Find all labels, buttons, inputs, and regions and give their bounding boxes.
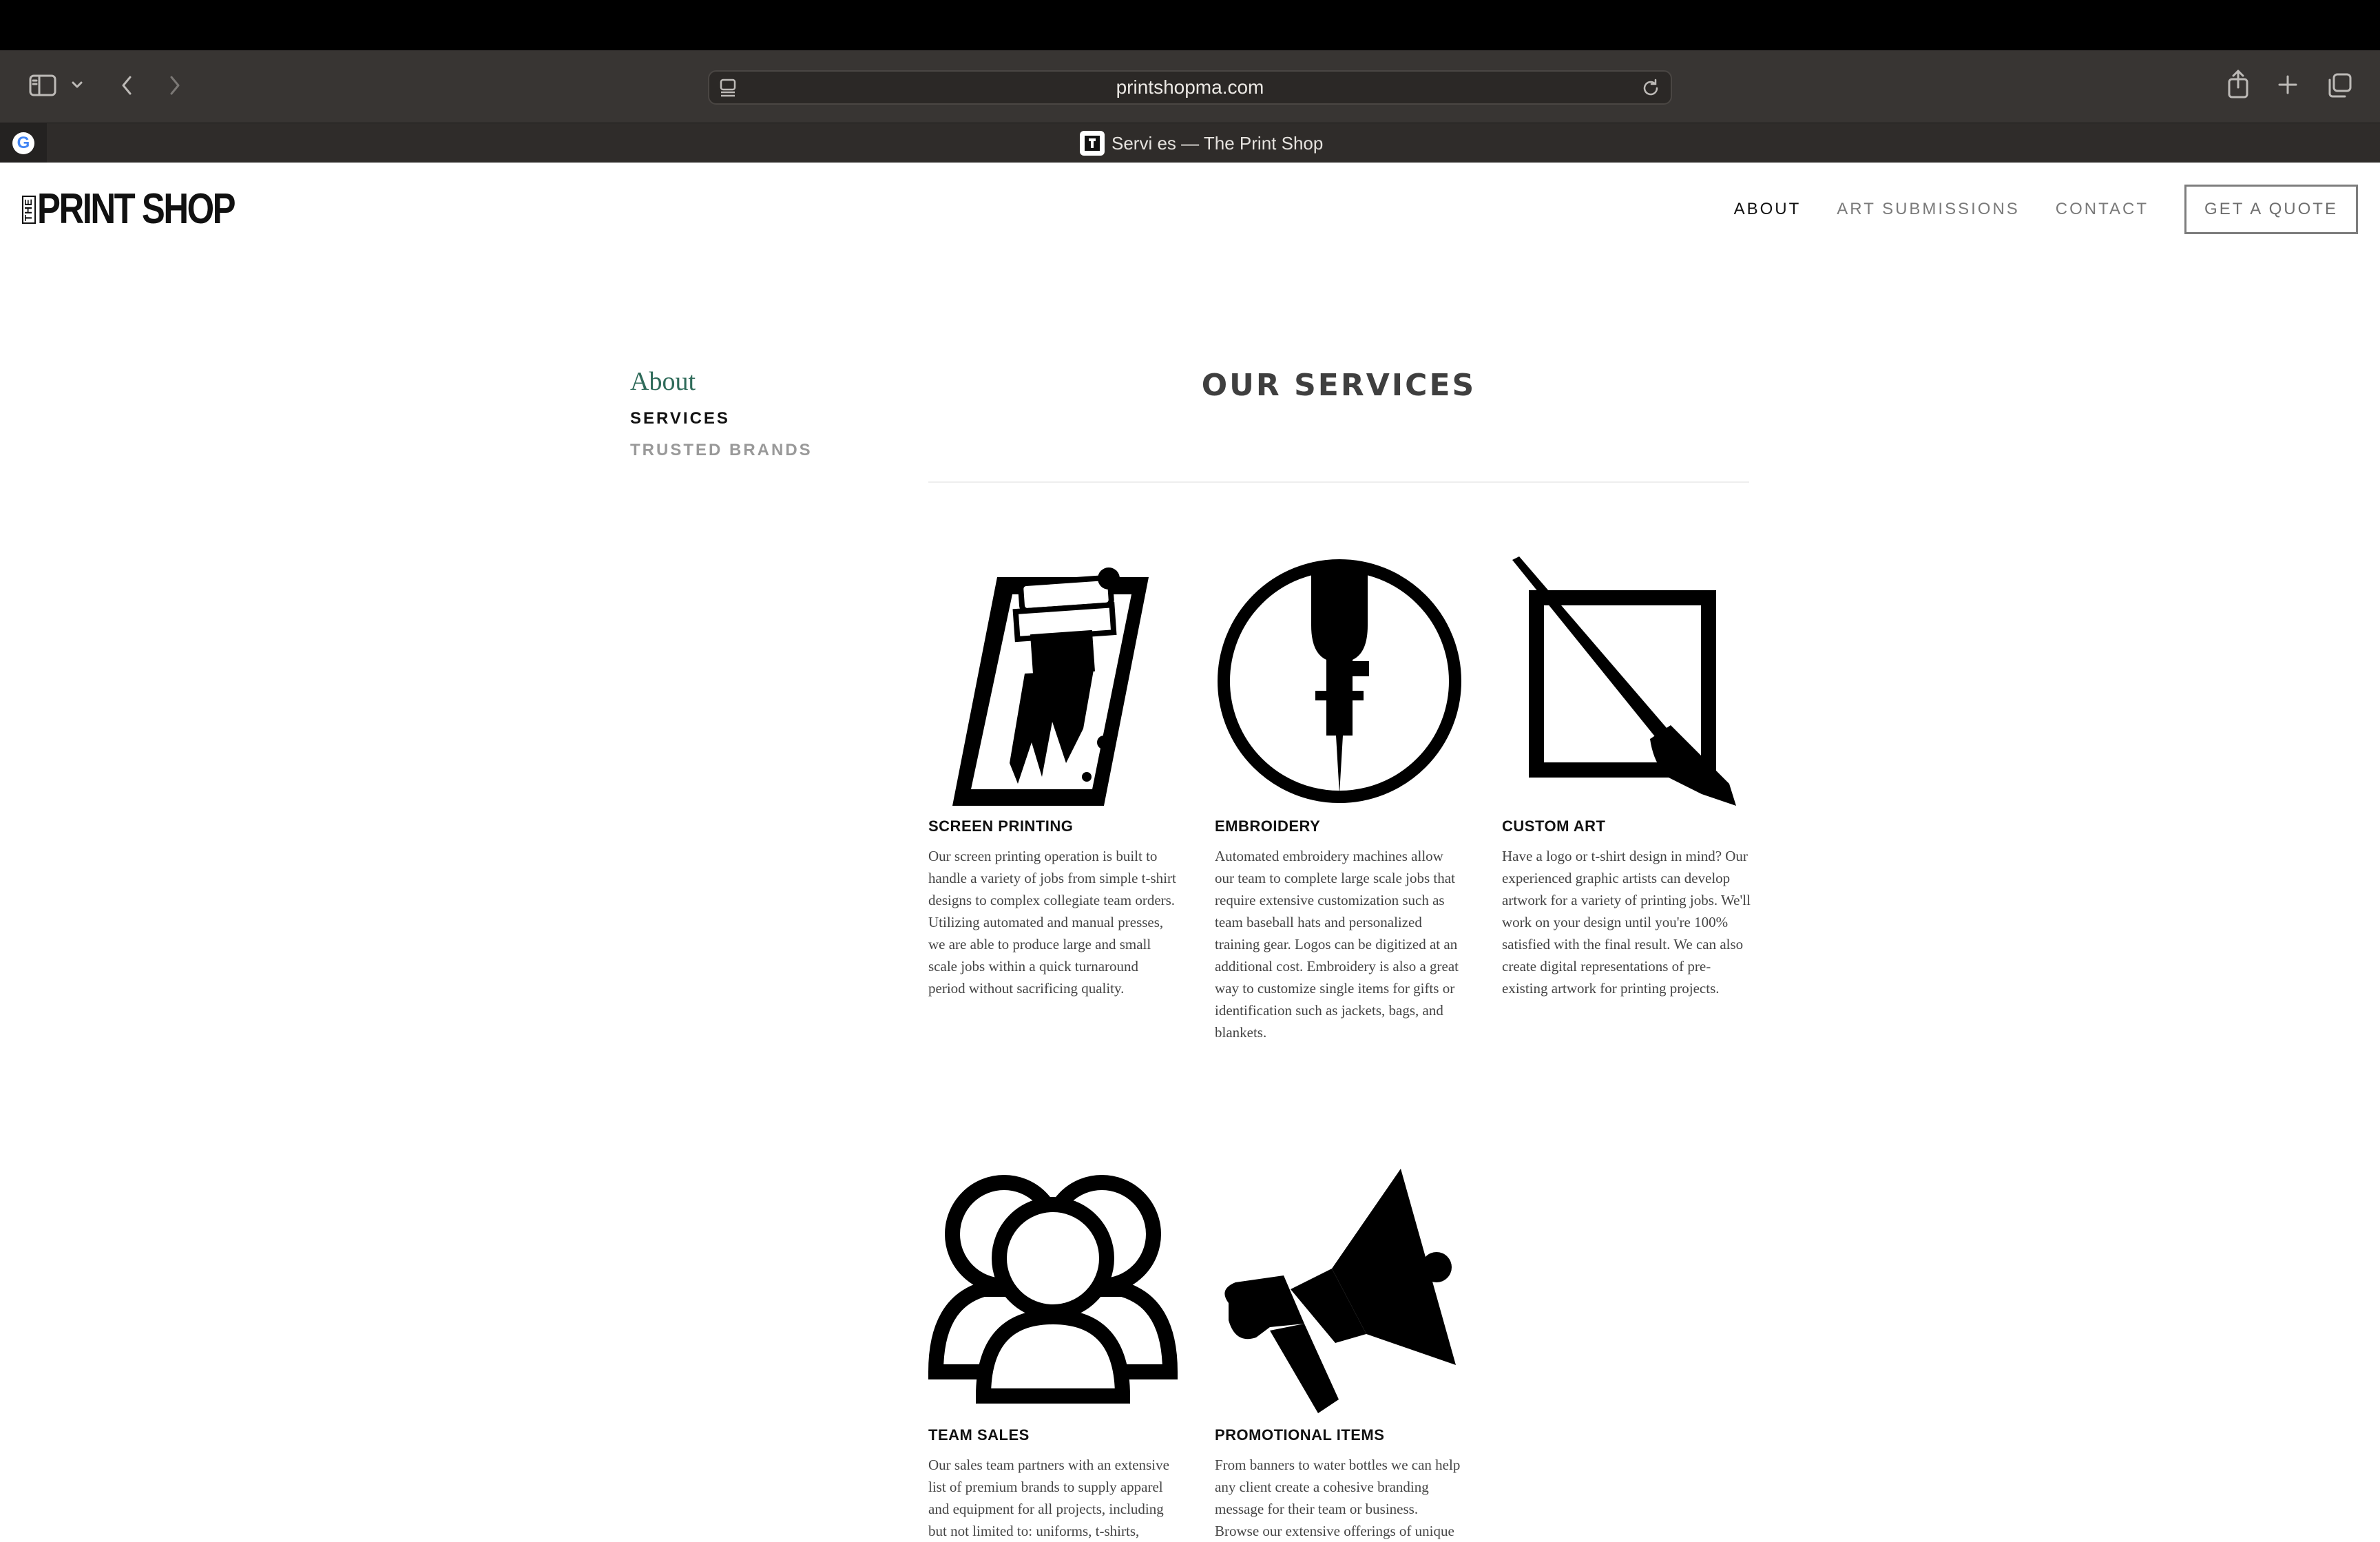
service-description: From banners to water bottles we can hel… — [1215, 1457, 1461, 1539]
megaphone-icon — [1224, 1169, 1456, 1413]
service-title: PROMOTIONAL ITEMS — [1215, 1426, 1385, 1444]
service-title: TEAM SALES — [928, 1426, 1030, 1444]
new-tab-icon[interactable] — [2274, 71, 2301, 98]
service-description: Automated embroidery machines allow our … — [1215, 848, 1459, 1041]
service-title: EMBROIDERY — [1215, 817, 1321, 835]
sidebar-toggle-icon[interactable] — [26, 71, 59, 100]
service-description: Our screen printing operation is built t… — [928, 848, 1176, 997]
site-header: THE PRINT SHOP ABOUT ART SUBMISSIONS CON… — [0, 163, 2380, 252]
side-nav-title[interactable]: About — [630, 366, 813, 397]
side-nav-trusted-brands[interactable]: TRUSTED BRANDS — [630, 441, 813, 460]
service-card-team-sales: TEAM SALES Our sales team partners with … — [928, 1165, 1178, 1542]
url-text: printshopma.com — [1116, 76, 1264, 98]
service-card-embroidery: EMBROIDERY Automated embroidery machines… — [1215, 556, 1464, 1043]
nav-art-submissions[interactable]: ART SUBMISSIONS — [1837, 200, 2020, 219]
embroidery-icon — [1218, 559, 1461, 803]
menu-bar — [0, 0, 2380, 50]
service-description: Our sales team partners with an extensiv… — [928, 1457, 1169, 1539]
address-bar[interactable]: printshopma.com — [708, 70, 1672, 105]
side-nav-services[interactable]: SERVICES — [630, 409, 813, 428]
page-settings-icon[interactable] — [719, 79, 737, 101]
custom-art-icon — [1512, 556, 1736, 806]
reload-icon[interactable] — [1640, 78, 1661, 102]
main-nav: ABOUT ART SUBMISSIONS CONTACT GET A QUOT… — [1698, 185, 2358, 234]
site-logo[interactable]: THE PRINT SHOP — [22, 187, 278, 231]
service-title: SCREEN PRINTING — [928, 817, 1074, 835]
get-a-quote-button[interactable]: GET A QUOTE — [2184, 185, 2358, 234]
service-title: CUSTOM ART — [1502, 817, 1606, 835]
logo-text: PRINT SHOP — [37, 185, 236, 233]
screen-printing-icon — [952, 567, 1149, 806]
tab-overview-icon[interactable] — [2325, 71, 2354, 100]
logo-prefix: THE — [22, 195, 36, 224]
share-icon[interactable] — [2224, 68, 2252, 100]
service-card-custom-art: CUSTOM ART Have a logo or t-shirt design… — [1502, 556, 1751, 999]
service-card-promotional-items: PROMOTIONAL ITEMS From banners to water … — [1215, 1165, 1464, 1542]
service-description: Have a logo or t-shirt design in mind? O… — [1502, 848, 1751, 997]
pinned-tab-google[interactable]: G — [0, 123, 47, 163]
print-shop-favicon-icon — [1080, 131, 1105, 156]
page-title: OUR SERVICES — [1201, 368, 1476, 403]
active-tab[interactable]: Servi es — The Print Shop — [1080, 129, 1323, 158]
nav-about[interactable]: ABOUT — [1734, 200, 1802, 219]
divider — [928, 481, 1749, 483]
nav-contact[interactable]: CONTACT — [2056, 200, 2149, 219]
back-icon[interactable] — [114, 71, 139, 100]
forward-icon[interactable] — [163, 71, 187, 100]
tab-bar: G Servi es — The Print Shop — [0, 123, 2380, 163]
service-card-screen-printing: SCREEN PRINTING Our screen printing oper… — [928, 556, 1178, 999]
google-icon: G — [12, 132, 34, 154]
chevron-down-icon[interactable] — [69, 76, 85, 93]
team-sales-icon — [928, 1175, 1178, 1404]
tab-title: Servi es — The Print Shop — [1111, 132, 1324, 154]
side-nav: About SERVICES TRUSTED BRANDS — [630, 366, 813, 472]
